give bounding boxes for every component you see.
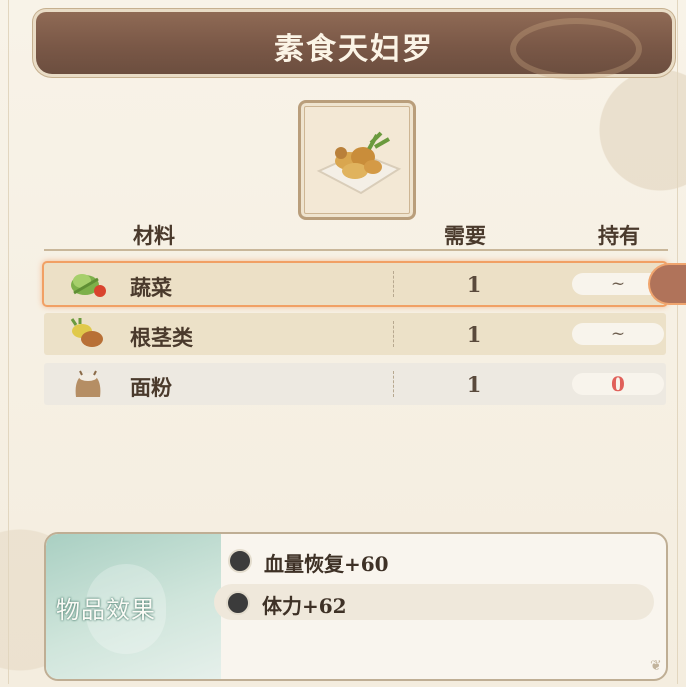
root-vegetables-icon <box>70 318 103 347</box>
health-restore-icon <box>228 549 252 573</box>
column-divider <box>393 371 394 397</box>
have-quantity: ~ <box>572 323 664 345</box>
vegetables-icon <box>71 274 106 297</box>
need-quantity: 1 <box>466 272 482 297</box>
title-banner: 素食天妇罗 <box>36 12 672 80</box>
effect-text: 体力+62 <box>262 594 347 618</box>
header-material: 材料 <box>133 223 175 248</box>
effect-row: 血量恢复+60 <box>216 542 656 578</box>
dish-image-frame[interactable] <box>298 100 416 220</box>
ingredient-name: 面粉 <box>130 375 172 400</box>
corner-ornament-icon: ❦ <box>650 658 662 674</box>
ingredient-row-flour[interactable]: 面粉 1 0 <box>44 363 666 405</box>
effect-text: 血量恢复+60 <box>264 552 389 576</box>
effect-row: 体力+62 <box>214 584 654 620</box>
ingredient-row-vegetables[interactable]: 蔬菜 1 ~ <box>44 263 666 305</box>
selection-side-tab <box>650 265 686 303</box>
have-quantity: 0 <box>572 373 664 395</box>
effects-label: 物品效果 <box>56 596 156 624</box>
stamina-bolt-icon <box>226 591 250 615</box>
header-have: 持有 <box>598 223 640 248</box>
ingredient-row-root-vegetables[interactable]: 根茎类 1 ~ <box>44 313 666 355</box>
column-divider <box>393 321 394 347</box>
column-divider <box>393 271 394 297</box>
header-divider <box>44 249 668 251</box>
need-quantity: 1 <box>466 372 482 397</box>
ingredient-name: 蔬菜 <box>130 275 172 300</box>
need-quantity: 1 <box>466 322 482 347</box>
header-need: 需要 <box>444 223 486 248</box>
flour-sack-icon <box>75 370 101 397</box>
recipe-title: 素食天妇罗 <box>274 32 434 67</box>
tempura-dish-icon <box>316 131 402 195</box>
item-effects-panel: 物品效果 血量恢复+60 体力+62 ❦ <box>44 532 668 681</box>
ingredient-name: 根茎类 <box>130 325 193 350</box>
